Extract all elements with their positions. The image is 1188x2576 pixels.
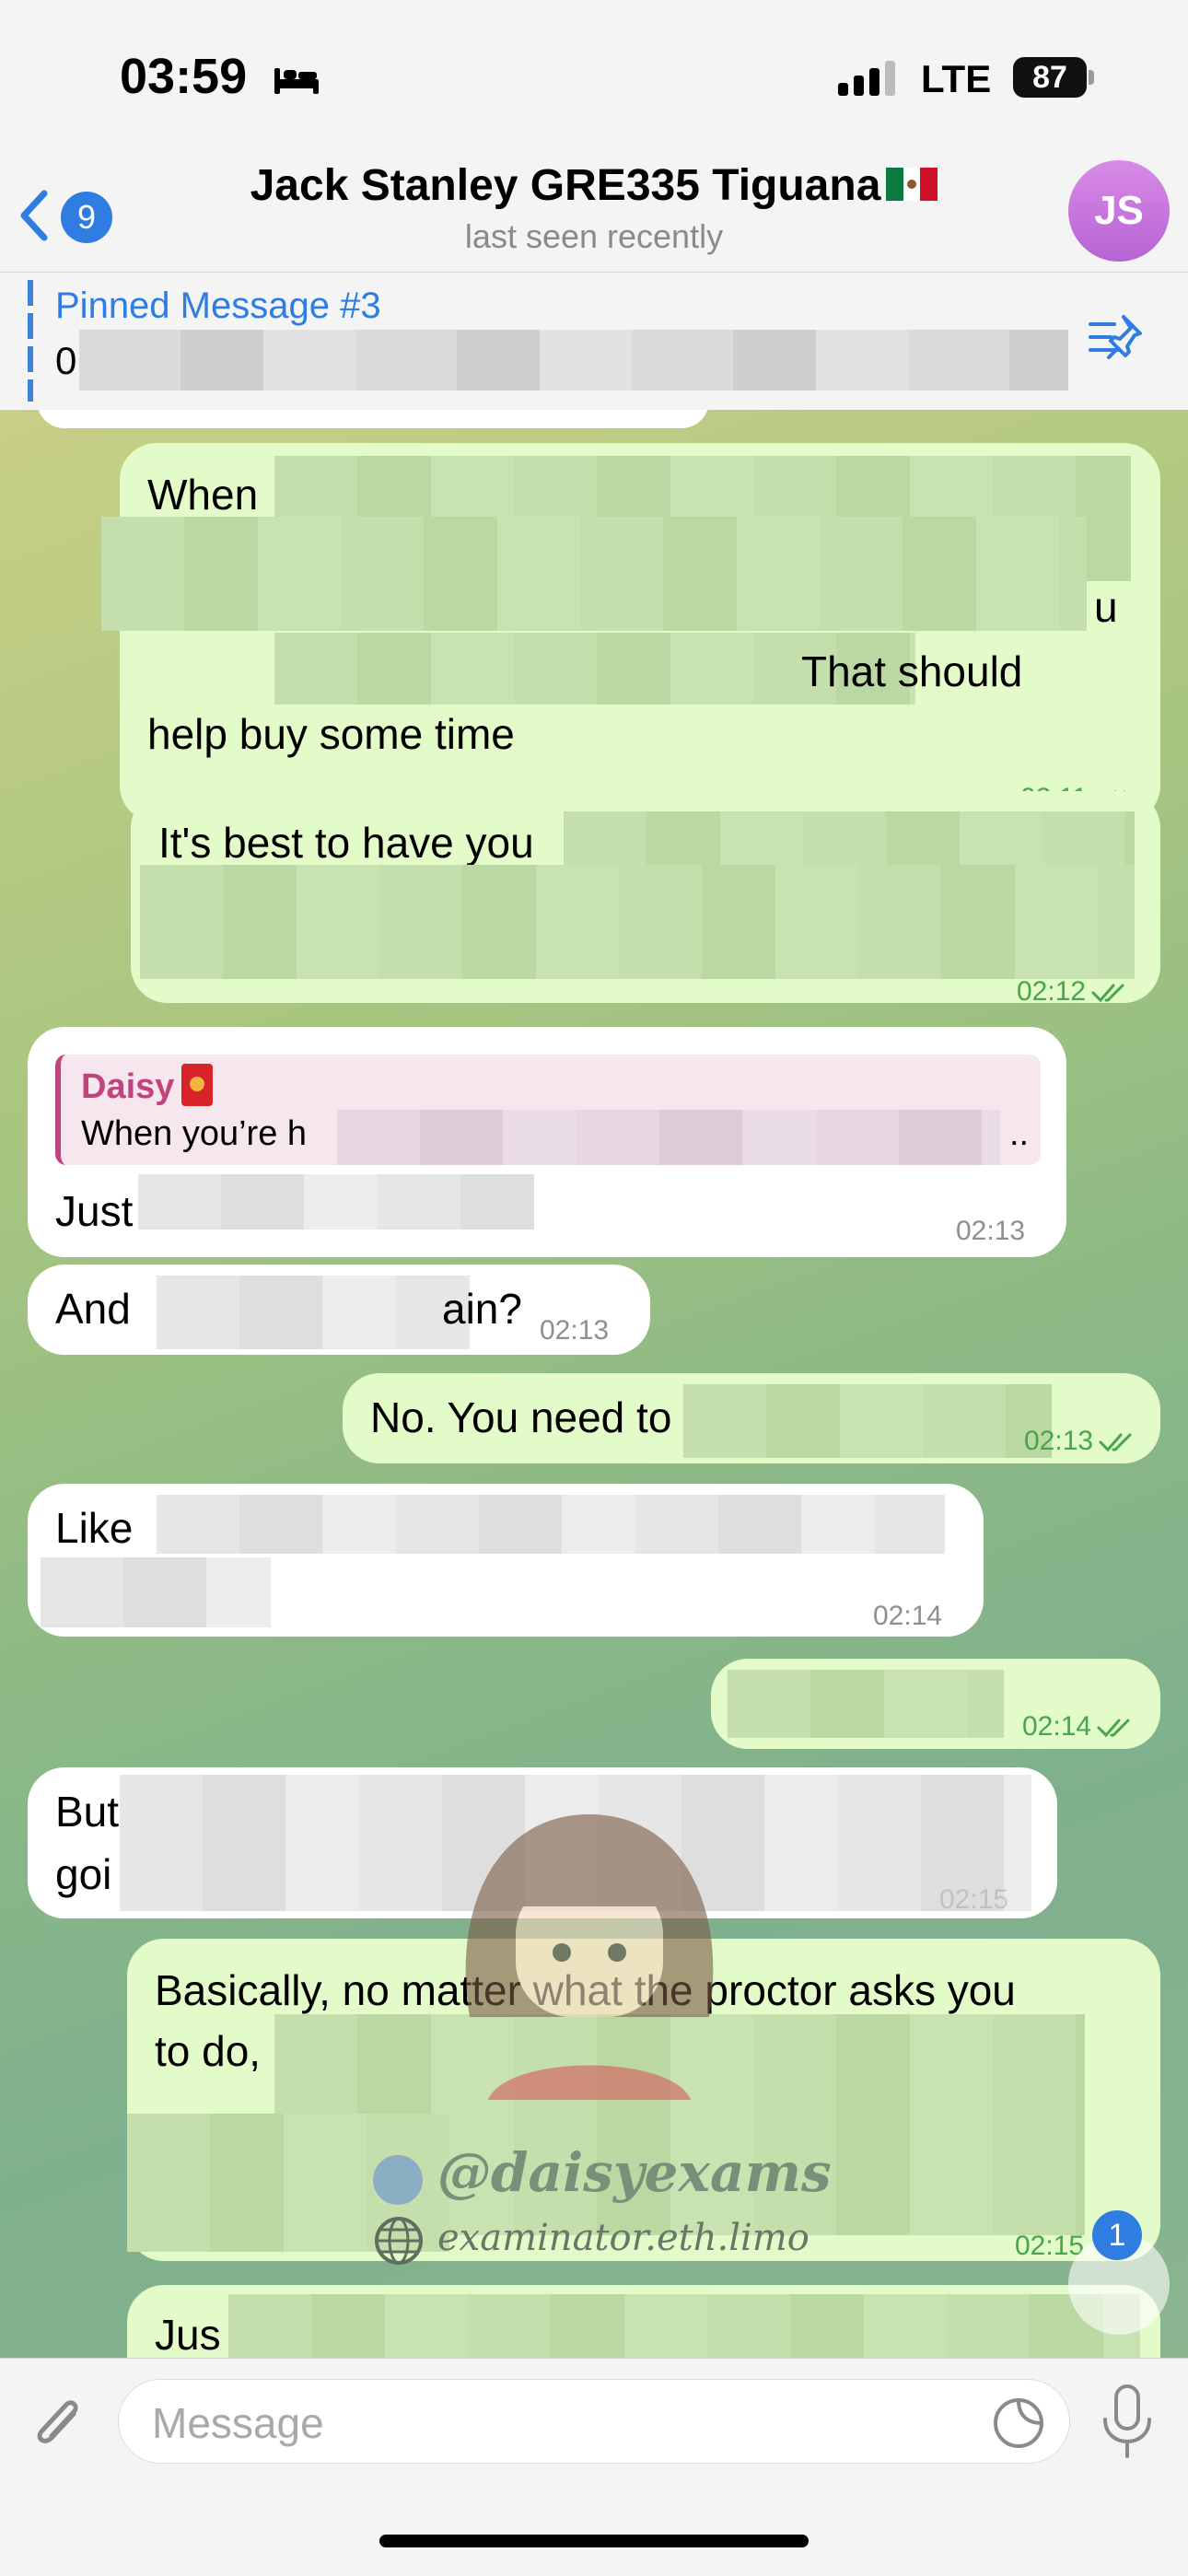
carrier-label: LTE (921, 57, 992, 100)
pinned-title: Pinned Message #3 (55, 286, 381, 326)
chat-header: 9 Jack Stanley GRE335 Tiguana last seen … (0, 147, 1188, 272)
message-time: 02:14 (1022, 1696, 1137, 1758)
message-time: 02:13 (1024, 1410, 1139, 1473)
read-checks-icon (1099, 1433, 1132, 1452)
redacted-block (683, 1384, 1052, 1458)
contact-avatar[interactable]: JS (1068, 160, 1170, 262)
message-text: goi (55, 1850, 112, 1898)
message-time: 02:12 (1017, 961, 1132, 1023)
pinned-message-bar[interactable]: Pinned Message #3 0 (0, 272, 1188, 412)
message-text: Just (55, 1187, 134, 1235)
redacted-block (157, 1495, 945, 1554)
paperclip-icon[interactable] (28, 2386, 88, 2456)
message-bubble-outgoing[interactable]: It's best to have you 02:12 (131, 791, 1160, 1007)
message-bubble-incoming[interactable]: Like 02:14 (28, 1484, 984, 1637)
home-indicator (379, 2535, 809, 2547)
pinned-indicator (28, 280, 33, 402)
message-text: ain? (442, 1285, 522, 1333)
message-time: 02:15 (939, 1884, 1009, 1915)
message-bubble-partial[interactable] (37, 410, 709, 428)
message-bubble-outgoing[interactable]: When u That should help buy some time 02… (101, 443, 1160, 822)
message-text: But (55, 1788, 120, 1836)
pin-list-icon[interactable] (1087, 309, 1146, 368)
watermark-avatar-icon (465, 1814, 714, 2100)
reply-ellipsis: .. (1009, 1114, 1030, 1153)
status-bar: 03:59 LTE 87 (0, 0, 1188, 161)
redacted-block (337, 1110, 1000, 1165)
redacted-block (101, 517, 1087, 631)
redacted-block (228, 2294, 1140, 2358)
chat-title[interactable]: Jack Stanley GRE335 Tiguana (0, 160, 1188, 211)
redacted-block (728, 1670, 1004, 1738)
battery-indicator: 87 (1013, 57, 1087, 98)
watermark-handle: @daisyexams (437, 2141, 832, 2204)
message-text: That should (801, 647, 1023, 695)
message-text: No. You need to (370, 1393, 672, 1441)
message-input[interactable]: Message (118, 2379, 1070, 2464)
message-bubble-outgoing[interactable]: No. You need to 02:13 (343, 1373, 1160, 1463)
signal-icon (838, 61, 895, 96)
message-bubble-outgoing[interactable]: Jus (127, 2285, 1160, 2358)
message-bubble-outgoing[interactable]: 02:14 (711, 1659, 1160, 1749)
sleep-focus-icon (274, 68, 319, 94)
message-time: 02:13 (540, 1315, 610, 1346)
globe-icon (375, 2217, 423, 2265)
microphone-icon[interactable] (1098, 2383, 1157, 2460)
message-text: to do, (155, 2027, 262, 2075)
message-text: help buy some time (147, 710, 515, 758)
redacted-block (140, 865, 1135, 979)
message-text: Like (55, 1504, 134, 1552)
message-placeholder: Message (152, 2399, 324, 2447)
redacted-block (79, 330, 1068, 390)
redacted-block (138, 1174, 534, 1230)
redacted-block (41, 1557, 271, 1627)
message-bubble-incoming[interactable]: And ain? 02:13 (28, 1265, 650, 1355)
battery-tip (1089, 70, 1094, 85)
sticker-icon[interactable] (992, 2396, 1045, 2450)
read-checks-icon (1091, 984, 1124, 1003)
pinned-text: 0 (55, 339, 77, 382)
redacted-block (157, 1276, 470, 1349)
message-text: And (55, 1285, 131, 1333)
chat-title-text: Jack Stanley GRE335 Tiguana (250, 161, 881, 210)
message-time: 02:14 (873, 1601, 943, 1631)
reply-author: Daisy (81, 1063, 214, 1110)
reply-quote[interactable]: Daisy When you’re h .. (55, 1055, 1041, 1165)
last-seen-status: last seen recently (464, 217, 724, 255)
message-time: 02:13 (956, 1216, 1026, 1246)
read-checks-icon (1097, 1719, 1130, 1738)
red-envelope-icon (181, 1063, 214, 1106)
watermark-site: examinator.eth.limo (437, 2217, 809, 2259)
telegram-icon (373, 2155, 423, 2205)
mexico-flag-icon (886, 168, 938, 202)
message-text: Jus (155, 2311, 221, 2358)
message-text: u (1094, 583, 1118, 631)
unread-mentions-badge: 1 (1092, 2210, 1142, 2260)
chat-background[interactable]: When u That should help buy some time 02… (0, 410, 1188, 2358)
reply-text: When you’re h (81, 1114, 308, 1153)
message-bubble-incoming[interactable]: Daisy When you’re h .. Just 02:13 (28, 1027, 1066, 1257)
status-time: 03:59 (120, 49, 248, 104)
